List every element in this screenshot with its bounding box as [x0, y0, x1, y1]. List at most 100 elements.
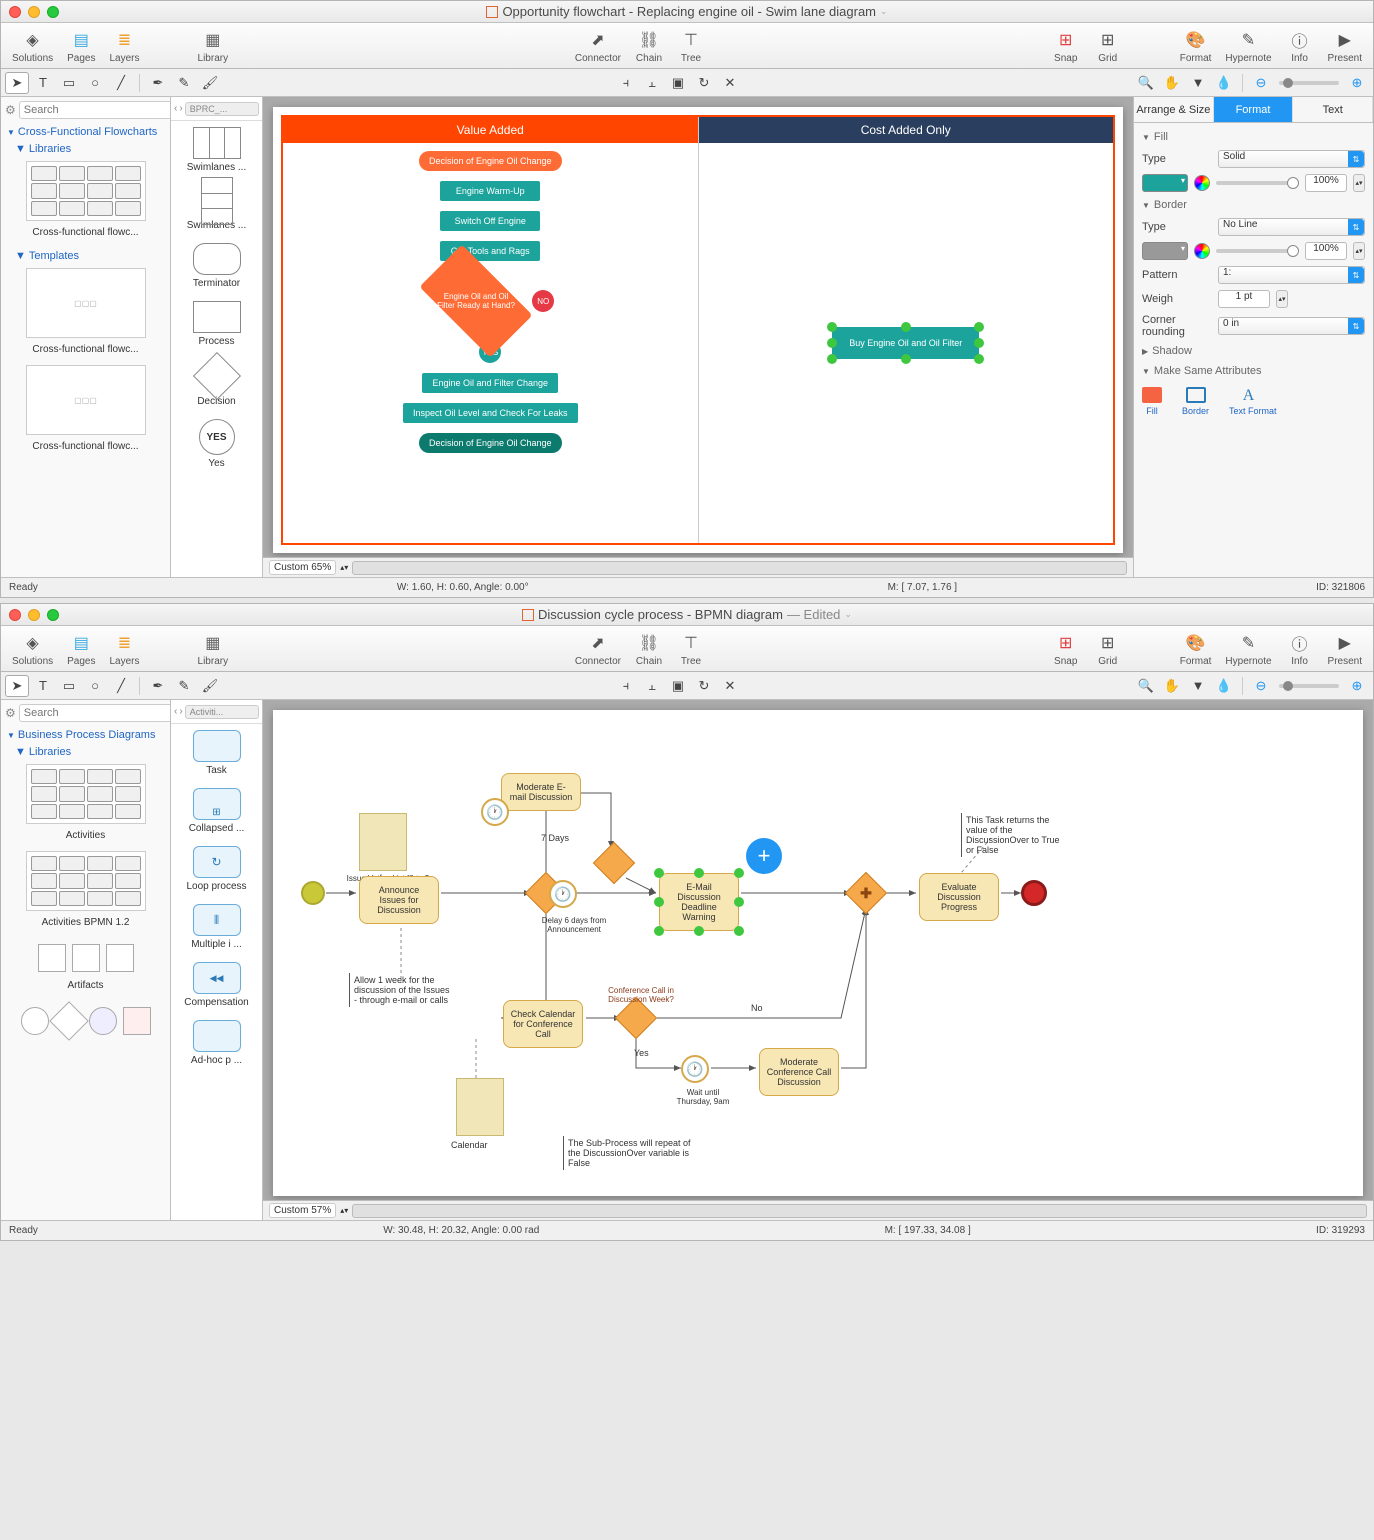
shape-yes[interactable]: YESYes: [171, 413, 262, 475]
ellipse-tool[interactable]: ○: [83, 72, 107, 94]
timer-delay[interactable]: [549, 880, 577, 908]
ellipse-tool[interactable]: ○: [83, 675, 107, 697]
node-warmup[interactable]: Engine Warm-Up: [440, 181, 540, 201]
shape-swimlanes-v[interactable]: Swimlanes ...: [171, 121, 262, 179]
connector-icon[interactable]: ⬈: [584, 631, 612, 655]
format-icon[interactable]: 🎨: [1182, 631, 1210, 655]
close-icon[interactable]: [9, 609, 21, 621]
shape-terminator[interactable]: Terminator: [171, 237, 262, 295]
zoom-in-icon[interactable]: ⊕: [1345, 675, 1369, 697]
align-tool[interactable]: ⫞: [614, 675, 638, 697]
pan-tool[interactable]: ✋: [1160, 675, 1184, 697]
line-tool[interactable]: ╱: [109, 675, 133, 697]
pen-tool[interactable]: ✒: [146, 675, 170, 697]
zoom-tool[interactable]: 🔍: [1134, 72, 1158, 94]
shape-task[interactable]: Task: [171, 724, 262, 782]
canvas[interactable]: Issue Voting List [0 to 5 Issues] Announ…: [263, 700, 1373, 1220]
search-input[interactable]: [19, 704, 171, 722]
task-evaluate[interactable]: Evaluate Discussion Progress: [919, 873, 999, 921]
shape-adhoc[interactable]: Ad-hoc p ...: [171, 1014, 262, 1072]
titlebar[interactable]: Discussion cycle process - BPMN diagram …: [1, 604, 1373, 626]
templates-header[interactable]: ▼Templates: [1, 248, 170, 264]
make-same-header[interactable]: ▼Make Same Attributes: [1142, 361, 1365, 381]
breadcrumb[interactable]: BPRC_...: [185, 102, 259, 116]
chain-icon[interactable]: ⛓: [635, 631, 663, 655]
corner-select[interactable]: 0 in⇅: [1218, 317, 1365, 335]
zoom-out-icon[interactable]: ⊖: [1249, 72, 1273, 94]
snap-icon[interactable]: ⊞: [1052, 631, 1080, 655]
border-header[interactable]: ▼Border: [1142, 195, 1365, 215]
border-color-swatch[interactable]: [1142, 242, 1188, 260]
timer-7days[interactable]: [481, 798, 509, 826]
annotation-allow[interactable]: Allow 1 week for the discussion of the I…: [349, 973, 459, 1007]
shape-swimlanes-h[interactable]: Swimlanes ...: [171, 179, 262, 237]
pencil-tool[interactable]: ✎: [172, 72, 196, 94]
pages-icon[interactable]: ▤: [67, 631, 95, 655]
shape-loop[interactable]: Loop process: [171, 840, 262, 898]
stepper[interactable]: ▴▾: [1276, 290, 1288, 308]
pattern-select[interactable]: 1:⇅: [1218, 266, 1365, 284]
task-moderate-email[interactable]: Moderate E-mail Discussion: [501, 773, 581, 811]
tab-arrange[interactable]: Arrange & Size: [1134, 97, 1214, 122]
fill-type-select[interactable]: Solid⇅: [1218, 150, 1365, 168]
rotate-tool[interactable]: ↻: [692, 72, 716, 94]
library-thumb-1[interactable]: Cross-functional flowc...: [21, 161, 151, 244]
libraries-header[interactable]: ▼Libraries: [1, 141, 170, 157]
minimize-icon[interactable]: [28, 6, 40, 18]
eyedropper-tool[interactable]: 💧: [1212, 675, 1236, 697]
start-event[interactable]: [301, 881, 325, 905]
template-thumb-2[interactable]: ▢▢▢Cross-functional flowc...: [21, 365, 151, 458]
tree-icon[interactable]: ⊤: [677, 28, 705, 52]
border-opacity-value[interactable]: 100%: [1305, 242, 1347, 260]
node-buy-oil-selected[interactable]: Buy Engine Oil and Oil Filter: [832, 327, 979, 359]
nav-back-icon[interactable]: ‹: [174, 103, 177, 114]
hypernote-icon[interactable]: ✎: [1234, 28, 1262, 52]
weigh-value[interactable]: 1 pt: [1218, 290, 1270, 308]
timer-wait[interactable]: [681, 1055, 709, 1083]
fill-opacity-slider[interactable]: [1216, 181, 1299, 185]
stepper[interactable]: ▴▾: [1353, 242, 1365, 260]
rect-tool[interactable]: ▭: [57, 72, 81, 94]
connector-icon[interactable]: ⬈: [584, 28, 612, 52]
node-switchoff[interactable]: Switch Off Engine: [440, 211, 540, 231]
stepper[interactable]: ▴▾: [1353, 174, 1365, 192]
group-tool[interactable]: ▣: [666, 675, 690, 697]
layers-icon[interactable]: ≣: [111, 631, 139, 655]
color-wheel-icon[interactable]: [1194, 243, 1210, 259]
format-icon[interactable]: 🎨: [1182, 28, 1210, 52]
nav-back-icon[interactable]: ‹: [174, 706, 177, 717]
pages-icon[interactable]: ▤: [67, 28, 95, 52]
end-event[interactable]: [1021, 880, 1047, 906]
pen-tool[interactable]: ✒: [146, 72, 170, 94]
fill-opacity-value[interactable]: 100%: [1305, 174, 1347, 192]
shadow-header[interactable]: ▶Shadow: [1142, 341, 1365, 361]
text-tool[interactable]: T: [31, 72, 55, 94]
zoom-tool[interactable]: 🔍: [1134, 675, 1158, 697]
grid-icon[interactable]: ⊞: [1094, 28, 1122, 52]
minimize-icon[interactable]: [28, 609, 40, 621]
section-bpd[interactable]: ▼Business Process Diagrams: [1, 726, 170, 744]
make-same-border[interactable]: Border: [1182, 387, 1209, 416]
node-decision[interactable]: Engine Oil and Oil Filter Ready at Hand?: [420, 244, 533, 357]
gear-icon[interactable]: ⚙: [5, 103, 16, 117]
info-icon[interactable]: ⓘ: [1286, 28, 1314, 52]
gateway-merge1[interactable]: [593, 842, 635, 884]
library-thumb-artifacts[interactable]: Artifacts: [21, 938, 151, 997]
fill-color-swatch[interactable]: [1142, 174, 1188, 192]
align-tool[interactable]: ⫞: [614, 72, 638, 94]
shape-process[interactable]: Process: [171, 295, 262, 353]
annotation-returns[interactable]: This Task returns the value of the Discu…: [961, 813, 1071, 857]
border-opacity-slider[interactable]: [1216, 249, 1299, 253]
pan-tool[interactable]: ✋: [1160, 72, 1184, 94]
tab-format[interactable]: Format: [1214, 97, 1294, 122]
titlebar[interactable]: Opportunity flowchart - Replacing engine…: [1, 1, 1373, 23]
library-icon[interactable]: ▦: [199, 28, 227, 52]
stamp-tool[interactable]: ▼: [1186, 675, 1210, 697]
breadcrumb[interactable]: Activiti...: [185, 705, 259, 719]
data-object-calendar[interactable]: [456, 1078, 504, 1136]
canvas[interactable]: Value Added Decision of Engine Oil Chang…: [263, 97, 1133, 577]
rotate-tool[interactable]: ↻: [692, 675, 716, 697]
shape-decision[interactable]: Decision: [171, 353, 262, 413]
chevron-down-icon[interactable]: ⌄: [844, 609, 852, 620]
task-check-calendar[interactable]: Check Calendar for Conference Call: [503, 1000, 583, 1048]
